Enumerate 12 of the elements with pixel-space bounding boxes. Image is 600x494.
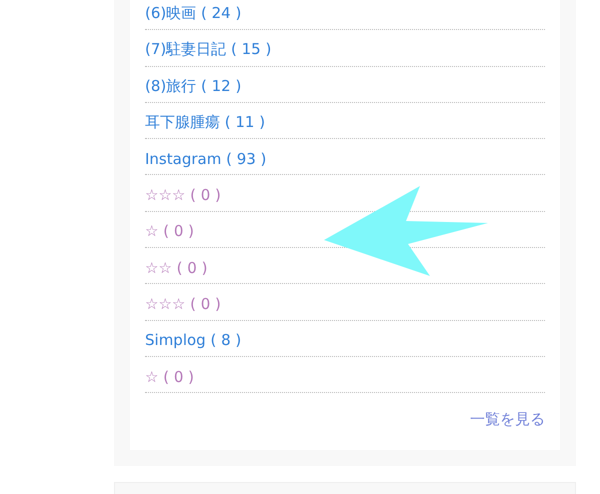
category-link[interactable]: ☆☆ ( 0 ) <box>145 258 208 277</box>
category-link[interactable]: ☆ ( 0 ) <box>145 222 194 240</box>
category-link[interactable]: (7)駐妻日記 ( 15 ) <box>145 40 272 60</box>
category-link[interactable]: Simplog ( 8 ) <box>145 331 242 350</box>
category-link[interactable]: (6)映画 ( 24 ) <box>145 4 242 24</box>
category-link[interactable]: ☆☆☆ ( 0 ) <box>145 295 221 314</box>
category-link[interactable]: ☆ ( 0 ) <box>145 368 194 386</box>
view-all-link[interactable]: 一覧を見る <box>470 410 545 428</box>
category-link[interactable]: (8)旅行 ( 12 ) <box>145 76 242 96</box>
category-link[interactable]: ☆☆☆ ( 0 ) <box>145 186 221 204</box>
category-link[interactable]: Instagram ( 93 ) <box>145 150 266 168</box>
category-link[interactable]: 耳下腺腫瘍 ( 11 ) <box>145 113 266 132</box>
